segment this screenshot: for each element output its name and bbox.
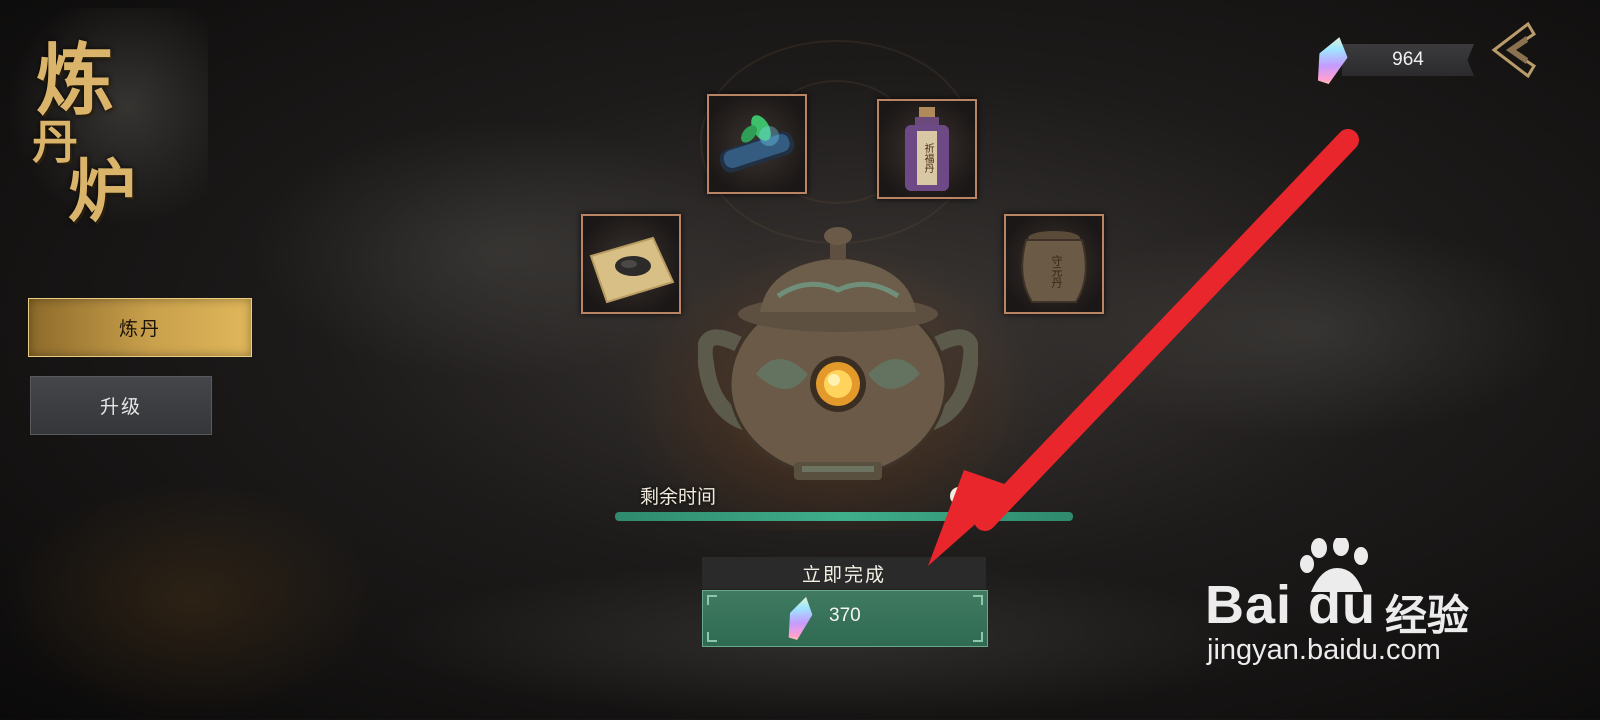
watermark-brand: Bai du (1205, 575, 1377, 635)
baidu-watermark: Bai du 经验 jingyan.baidu.com (1205, 538, 1485, 678)
watermark-url: jingyan.baidu.com (1207, 634, 1441, 666)
